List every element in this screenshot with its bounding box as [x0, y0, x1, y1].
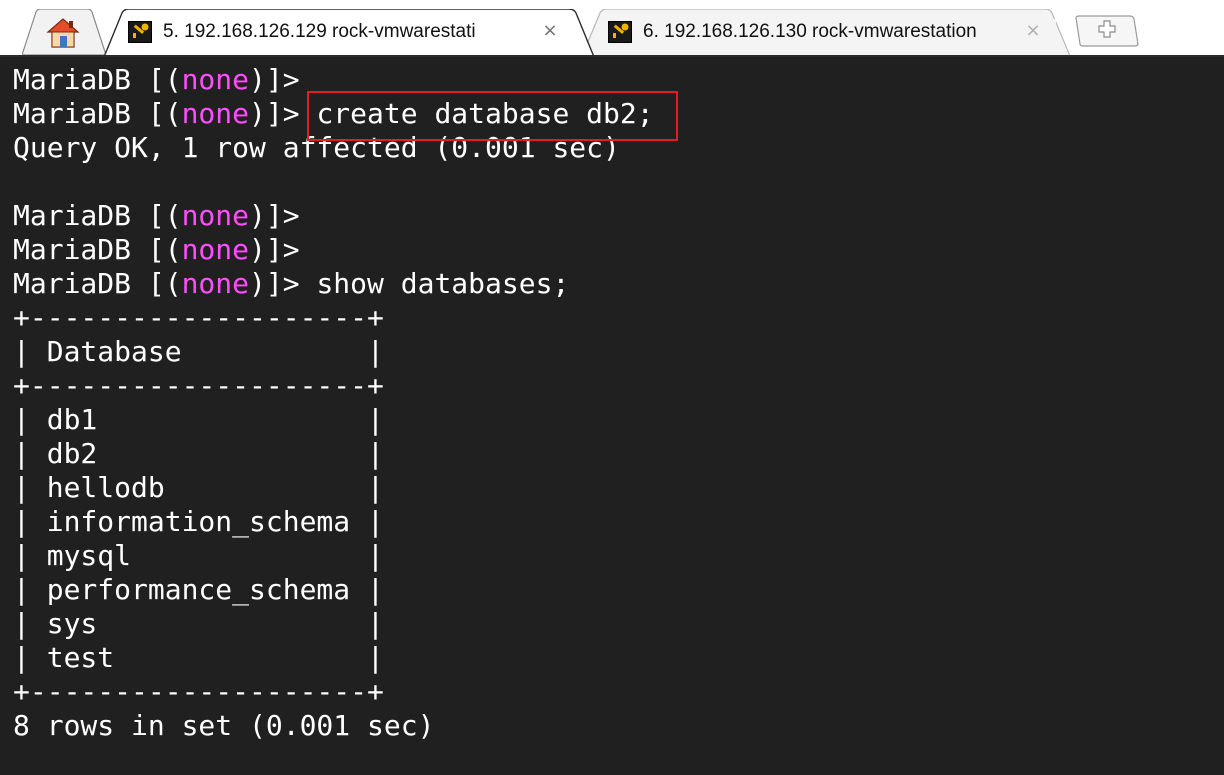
prompt-line: MariaDB [(none)]>: [13, 233, 300, 266]
query-result: 8 rows in set (0.001 sec): [13, 709, 435, 742]
table-row: | information_schema |: [13, 505, 384, 538]
current-db: none: [181, 97, 250, 130]
table-row: | db2 |: [13, 437, 384, 470]
table-row: | mysql |: [13, 539, 384, 572]
key-icon: [128, 21, 152, 43]
highlight-box: [307, 91, 678, 141]
session-tab-5[interactable]: 5. 192.168.126.129 rock-vmwarestati ×: [104, 9, 594, 57]
table-border: +--------------------+: [13, 675, 384, 708]
plus-icon: [1098, 20, 1116, 38]
home-icon: [46, 17, 80, 49]
prompt-line: MariaDB [(none)]> show databases;: [13, 267, 570, 300]
current-db: none: [181, 199, 250, 232]
current-db: none: [181, 233, 250, 266]
table-row: | sys |: [13, 607, 384, 640]
table-border: +--------------------+: [13, 301, 384, 334]
table-border: +--------------------+: [13, 369, 384, 402]
close-icon[interactable]: ×: [1022, 20, 1044, 42]
key-icon: [608, 21, 632, 43]
terminal-output[interactable]: MariaDB [(none)]> MariaDB [(none)]> crea…: [0, 57, 1224, 775]
close-icon[interactable]: ×: [539, 20, 561, 42]
terminal-app-window: 6. 192.168.126.130 rock-vmwarestation × …: [0, 0, 1224, 775]
current-db: none: [181, 63, 250, 96]
table-row: | hellodb |: [13, 471, 384, 504]
current-db: none: [181, 267, 250, 300]
home-tab[interactable]: [22, 9, 106, 57]
table-row: | test |: [13, 641, 384, 674]
table-row: | db1 |: [13, 403, 384, 436]
table-row: | performance_schema |: [13, 573, 384, 606]
tab-label: 6. 192.168.126.130 rock-vmwarestation: [643, 21, 977, 42]
table-header: | Database |: [13, 335, 384, 368]
tab-bar: 6. 192.168.126.130 rock-vmwarestation × …: [0, 0, 1224, 57]
tab-label: 5. 192.168.126.129 rock-vmwarestati: [163, 21, 476, 42]
prompt-line: MariaDB [(none)]>: [13, 63, 300, 96]
session-tab-6[interactable]: 6. 192.168.126.130 rock-vmwarestation ×: [582, 9, 1070, 57]
show-databases-command: show databases;: [299, 267, 570, 300]
new-tab-button[interactable]: [1074, 14, 1140, 48]
prompt-line: MariaDB [(none)]>: [13, 199, 300, 232]
